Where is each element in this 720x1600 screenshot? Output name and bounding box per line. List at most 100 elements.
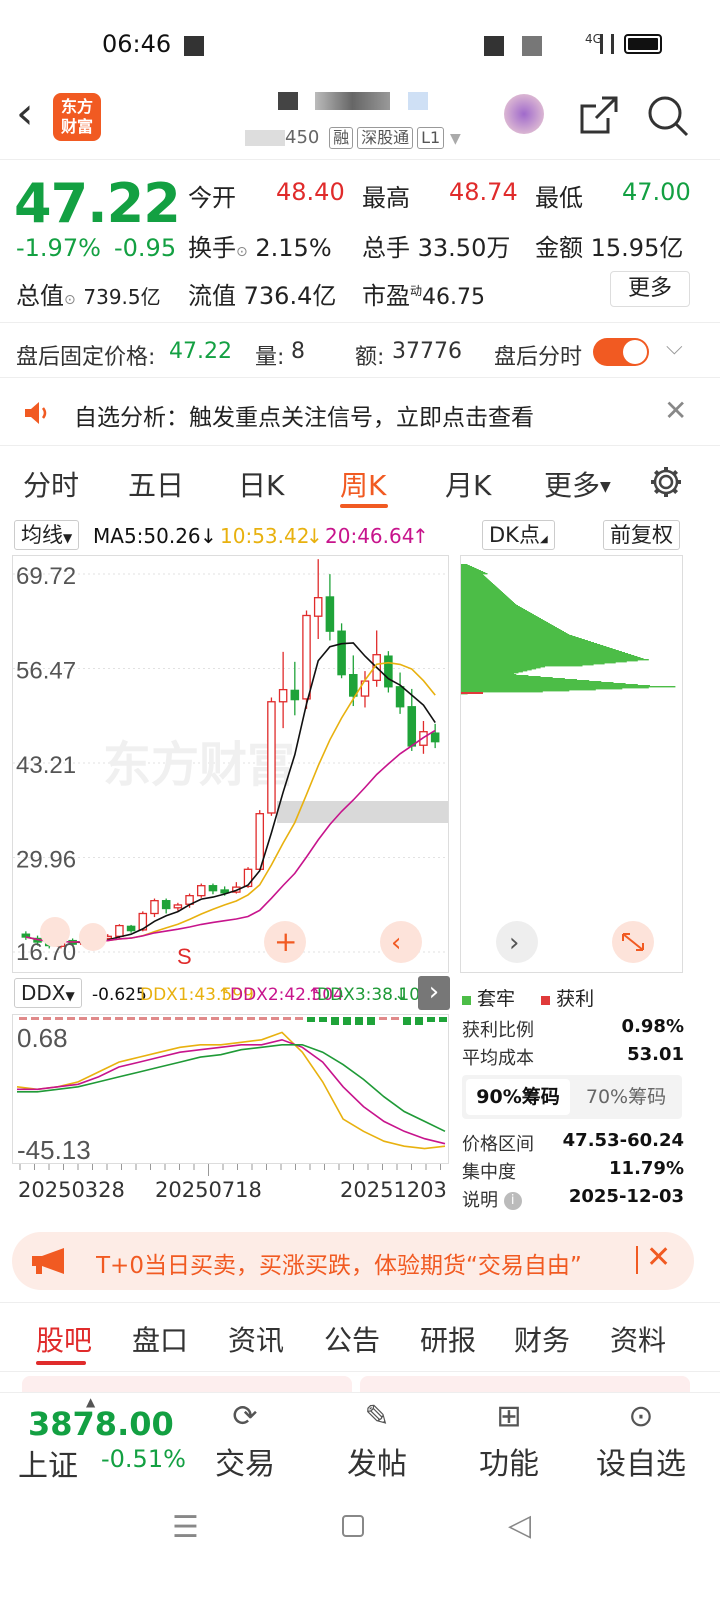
legend-swatch-profit bbox=[541, 996, 551, 1005]
tab-weekly[interactable]: 周K bbox=[340, 464, 386, 504]
banner-text: T+0当日买卖，买涨买跌，体验期货“交易自由” bbox=[96, 1253, 582, 1279]
functions-button[interactable]: ⊞ 功能 bbox=[459, 1399, 559, 1483]
chart-control-bar: 均线▼ MA5:50.26 ↓ 10:53.42 ↓ 20:46.64 ↑ DK… bbox=[0, 518, 720, 552]
avatar[interactable] bbox=[504, 94, 544, 134]
ddx-ytick-top: 0.68 bbox=[17, 1023, 68, 1053]
kline-chart[interactable]: 东方财富 69.72 56.47 43.21 29.96 16.70 S + ‹ bbox=[12, 555, 449, 973]
ma-select[interactable]: 均线▼ bbox=[14, 520, 80, 550]
add-watchlist-button[interactable]: ⊙ 设自选 bbox=[591, 1399, 691, 1483]
after-hours-toggle[interactable] bbox=[593, 338, 649, 366]
change-percent: -1.97% bbox=[16, 234, 101, 262]
banner-divider bbox=[636, 1246, 638, 1274]
info-icon[interactable]: ⊙ bbox=[236, 244, 248, 260]
after-price-value: 47.22 bbox=[169, 339, 232, 364]
pe-sup: 动 bbox=[410, 284, 423, 298]
ma10-arrow: ↓ bbox=[306, 524, 323, 548]
ddx-bar bbox=[259, 1017, 267, 1020]
index-change[interactable]: -0.51% bbox=[101, 1445, 186, 1473]
more-button[interactable]: 更多 bbox=[610, 271, 690, 307]
tab-research[interactable]: 研报 bbox=[420, 1319, 476, 1359]
tab-profile[interactable]: 资料 bbox=[610, 1319, 666, 1359]
tab-monthly[interactable]: 月K bbox=[445, 464, 491, 504]
ddx-bar bbox=[115, 1017, 123, 1020]
index-value[interactable]: 3878.00 bbox=[28, 1405, 174, 1443]
search-icon[interactable] bbox=[646, 94, 690, 138]
home-icon[interactable] bbox=[342, 1515, 364, 1537]
content-tabs: 股吧 盘口 资讯 公告 研报 财务 资料 bbox=[0, 1302, 720, 1372]
tab-chip-90[interactable]: 90%筹码 bbox=[466, 1079, 570, 1115]
dk-button[interactable]: DK点◢ bbox=[482, 520, 555, 550]
chip-row-key: 获利比例 bbox=[462, 1020, 534, 1041]
ddx-bar bbox=[415, 1017, 423, 1025]
grid-icon: ⊞ bbox=[496, 1399, 522, 1434]
tab-chip-70[interactable]: 70%筹码 bbox=[574, 1079, 678, 1115]
chevron-left-icon[interactable]: ‹ bbox=[391, 928, 401, 958]
logo-text: 东方财富 bbox=[60, 97, 93, 136]
ma20-value: 20:46.64 bbox=[325, 524, 415, 548]
promo-banner[interactable]: T+0当日买卖，买涨买跌，体验期货“交易自由” ✕ bbox=[12, 1232, 694, 1290]
content-card-peek bbox=[22, 1376, 352, 1392]
tab-intraday[interactable]: 分时 bbox=[23, 464, 79, 504]
status-icon bbox=[522, 36, 542, 56]
gear-icon[interactable] bbox=[648, 464, 684, 500]
chip-row: 说明 i 2025-12-03 bbox=[462, 1186, 684, 1214]
dropdown-icon[interactable]: ▼ bbox=[450, 131, 461, 147]
signal-icon bbox=[600, 34, 614, 54]
tab-more[interactable]: 更多▼ bbox=[544, 464, 611, 504]
chip-row: 获利比例 0.98% bbox=[462, 1016, 684, 1044]
ddx-bar bbox=[367, 1017, 375, 1025]
mcap-value: 739.5亿 bbox=[83, 285, 161, 309]
tab-orderbook[interactable]: 盘口 bbox=[132, 1319, 188, 1359]
chevron-right-icon[interactable]: › bbox=[418, 976, 450, 1010]
tab-forum[interactable]: 股吧 bbox=[36, 1319, 92, 1359]
trade-button[interactable]: ⟳ 交易 bbox=[195, 1399, 295, 1483]
candle-body bbox=[313, 597, 323, 617]
tab-announcements[interactable]: 公告 bbox=[324, 1319, 380, 1359]
ddx-bar bbox=[235, 1017, 243, 1020]
index-name[interactable]: 上证 bbox=[18, 1441, 78, 1485]
ddx-bar bbox=[247, 1017, 255, 1020]
alert-bar[interactable]: 自选分析：触发重点关注信号，立即点击查看 ✕ bbox=[0, 380, 720, 446]
tab-5day[interactable]: 五日 bbox=[128, 464, 184, 504]
after-toggle-label: 盘后分时 bbox=[494, 345, 583, 370]
plus-icon[interactable]: + bbox=[274, 925, 297, 958]
y-tick-label: 29.96 bbox=[16, 846, 76, 873]
caret-down-icon: ▼ bbox=[65, 989, 75, 1003]
candle-body bbox=[395, 686, 405, 708]
battery-icon bbox=[624, 34, 662, 54]
functions-label: 功能 bbox=[479, 1447, 539, 1482]
ddx-bar bbox=[331, 1017, 339, 1025]
chevron-right-icon[interactable]: › bbox=[509, 928, 519, 958]
menu-icon[interactable]: ☰ bbox=[172, 1510, 199, 1545]
tab-news[interactable]: 资讯 bbox=[228, 1319, 284, 1359]
turnover-value: 2.15% bbox=[255, 234, 332, 262]
chevron-down-icon[interactable]: ⌵ bbox=[666, 335, 683, 360]
tab-daily[interactable]: 日K bbox=[238, 464, 284, 504]
post-button[interactable]: ✎ 发帖 bbox=[327, 1399, 427, 1483]
after-price-label: 盘后固定价格: bbox=[16, 345, 156, 370]
tab-finance[interactable]: 财务 bbox=[514, 1319, 570, 1359]
app-logo[interactable]: 东方财富 bbox=[53, 93, 101, 141]
back-icon[interactable]: ‹ bbox=[16, 92, 34, 136]
ma20-arrow: ↑ bbox=[412, 524, 429, 548]
back-nav-icon[interactable]: ◁ bbox=[508, 1508, 531, 1543]
ddx-bar bbox=[379, 1017, 387, 1020]
info-icon[interactable]: ⊙ bbox=[64, 292, 76, 308]
ddx-bar bbox=[127, 1017, 135, 1020]
info-icon[interactable]: i bbox=[503, 1192, 522, 1210]
stock-name-blur bbox=[408, 92, 428, 110]
close-icon[interactable]: ✕ bbox=[664, 394, 687, 427]
amount: 金额 15.95亿 bbox=[535, 228, 683, 263]
chip-distribution-chart[interactable]: › bbox=[460, 555, 683, 973]
after-vol-value: 8 bbox=[291, 339, 305, 364]
last-price: 47.22 bbox=[14, 172, 181, 235]
ma-select-label: 均线 bbox=[21, 523, 63, 547]
pe-label: 市盈 bbox=[362, 282, 410, 310]
indicator-select[interactable]: DDX▼ bbox=[14, 978, 82, 1008]
close-icon[interactable]: ✕ bbox=[646, 1240, 671, 1275]
ddx-chart[interactable]: 0.68 -45.13 bbox=[12, 1014, 449, 1165]
after-hours-bar: 盘后固定价格: 47.22 量: 8 额: 37776 盘后分时 ⌵ bbox=[0, 322, 720, 378]
share-icon[interactable] bbox=[578, 94, 620, 136]
adjust-button[interactable]: 前复权 bbox=[603, 520, 680, 550]
pe-value: 46.75 bbox=[422, 285, 485, 310]
